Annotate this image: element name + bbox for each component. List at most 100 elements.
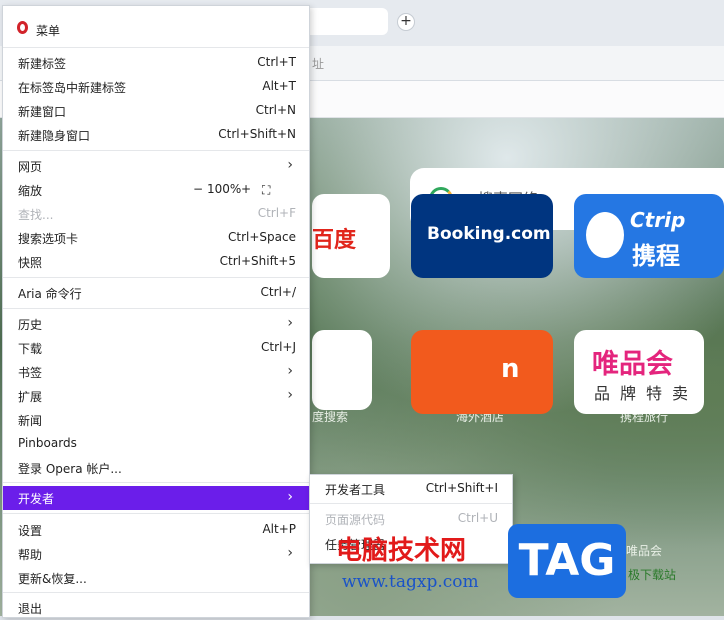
chevron-right-icon: › xyxy=(287,387,293,403)
menu-item-shortcut: Ctrl+N xyxy=(255,103,296,117)
watermark-sub: 极下载站 xyxy=(628,568,677,582)
menu-divider xyxy=(3,47,309,48)
menu-item-label: 新建隐身窗口 xyxy=(18,129,91,143)
menu-item-label: 历史 xyxy=(18,318,43,332)
menu-item-shortcut: Alt+T xyxy=(262,79,296,93)
menu-item-label: 书签 xyxy=(18,366,43,380)
menu-item-label: 网页 xyxy=(18,160,43,174)
menu-divider xyxy=(3,277,309,278)
menu-item-shortcut: Ctrl+/ xyxy=(260,285,296,299)
menu-item-shortcut: Alt+P xyxy=(262,522,296,536)
menu-item-shortcut: Ctrl+T xyxy=(257,55,296,69)
chevron-right-icon: › xyxy=(287,545,293,561)
menu-item-search-tabs[interactable]: 搜索选项卡 Ctrl+Space xyxy=(3,226,309,250)
menu-divider xyxy=(3,308,309,309)
menu-item-new-window[interactable]: 新建窗口 Ctrl+N xyxy=(3,99,309,123)
menu-item-page[interactable]: 网页 › xyxy=(3,154,309,178)
menu-item-label: 快照 xyxy=(18,256,43,270)
menu-item-label: 搜索选项卡 xyxy=(18,232,79,246)
menu-item-new-tab-in-island[interactable]: 在标签岛中新建标签 Alt+T xyxy=(3,75,309,99)
menu-divider xyxy=(3,482,309,483)
menu-item-news[interactable]: 新闻 xyxy=(3,408,309,432)
menu-item-help[interactable]: 帮助 › xyxy=(3,542,309,566)
menu-item-downloads[interactable]: 下载 Ctrl+J xyxy=(3,336,309,360)
menu-item-history[interactable]: 历史 › xyxy=(3,312,309,336)
menu-item-new-tab[interactable]: 新建标签 Ctrl+T xyxy=(3,51,309,75)
menu-item-label: 帮助 xyxy=(18,548,43,562)
tab[interactable] xyxy=(300,8,388,35)
submenu-item-shortcut: Ctrl+U xyxy=(457,511,498,525)
address-placeholder: 址 xyxy=(312,57,325,71)
menu-item-label: 扩展 xyxy=(18,390,43,404)
new-tab-button[interactable]: + xyxy=(397,13,415,31)
ctrip-logo-text: Ctrip xyxy=(630,208,686,232)
menu-item-update-recovery[interactable]: 更新&恢复... xyxy=(3,566,309,590)
menu-item-label: 在标签岛中新建标签 xyxy=(18,81,127,95)
menu-divider xyxy=(3,592,309,593)
menu-item-label: 新闻 xyxy=(18,414,43,428)
vip-logo-text: 唯品会 xyxy=(592,349,673,380)
menu-item-extensions[interactable]: 扩展 › xyxy=(3,384,309,408)
menu-item-label: 缩放 xyxy=(18,184,43,198)
chevron-right-icon: › xyxy=(287,315,293,331)
chevron-right-icon: › xyxy=(287,157,293,173)
menu-item-shortcut: Ctrl+Shift+N xyxy=(218,127,296,141)
menu-header: 菜单 xyxy=(3,6,309,44)
watermark-title: 电脑技术网 xyxy=(336,536,467,566)
watermark-tag-logo: TAG xyxy=(508,524,626,598)
tile-baidu[interactable]: 百度 xyxy=(312,194,390,278)
menu-item-shortcut: Ctrl+Shift+5 xyxy=(219,254,296,268)
menu-item-label: 下载 xyxy=(18,342,43,356)
submenu-item-shortcut: Ctrl+Shift+I xyxy=(425,481,498,495)
booking-logo-text: Booking.com xyxy=(427,224,551,244)
menu-item-bookmarks[interactable]: 书签 › xyxy=(3,360,309,384)
menu-item-label: 更新&恢复... xyxy=(18,572,87,586)
menu-item-shortcut: Ctrl+J xyxy=(261,340,296,354)
baidu-logo-text: 百度 xyxy=(312,228,357,253)
menu-item-new-private-window[interactable]: 新建隐身窗口 Ctrl+Shift+N xyxy=(3,123,309,147)
zoom-in-button[interactable]: + xyxy=(241,182,251,196)
ctrip-dolphin-icon xyxy=(586,212,624,258)
menu-item-developer[interactable]: 开发者 › xyxy=(3,486,309,510)
orange-logo-text: n xyxy=(501,354,520,384)
zoom-level: 100% xyxy=(207,182,242,196)
opera-menu: 菜单 新建标签 Ctrl+T 在标签岛中新建标签 Alt+T 新建窗口 Ctrl… xyxy=(2,5,310,618)
opera-logo-icon xyxy=(17,21,28,34)
menu-item-pinboards[interactable]: Pinboards xyxy=(3,432,309,456)
menu-item-aria[interactable]: Aria 命令行 Ctrl+/ xyxy=(3,281,309,305)
menu-item-label: 新建标签 xyxy=(18,57,67,71)
menu-item-label: 退出 xyxy=(18,602,43,616)
submenu-item-label: 开发者工具 xyxy=(325,483,386,497)
tile-unknown[interactable] xyxy=(312,330,372,410)
tile-booking[interactable]: Booking.com xyxy=(411,194,553,278)
submenu-divider xyxy=(310,503,512,504)
menu-item-label: 开发者 xyxy=(18,492,55,506)
watermark-url: www.tagxp.com xyxy=(342,572,479,592)
menu-item-sign-in[interactable]: 登录 Opera 帐户... xyxy=(3,456,309,480)
zoom-out-button[interactable]: − xyxy=(193,182,203,196)
menu-divider xyxy=(3,513,309,514)
chevron-right-icon: › xyxy=(287,489,293,505)
tile-label-baidu: 度搜索 xyxy=(312,410,349,424)
tile-label-vip: 唯品会 xyxy=(626,544,663,558)
menu-item-label: Pinboards xyxy=(18,436,77,450)
menu-item-label: 新建窗口 xyxy=(18,105,67,119)
menu-item-label: 查找... xyxy=(18,208,54,222)
menu-item-label: Aria 命令行 xyxy=(18,287,82,301)
fullscreen-icon[interactable]: ⛶ xyxy=(262,183,270,198)
menu-item-shortcut: Ctrl+Space xyxy=(228,230,296,244)
tile-orange[interactable]: n xyxy=(411,330,553,414)
menu-item-label: 设置 xyxy=(18,524,43,538)
menu-item-find[interactable]: 查找... Ctrl+F xyxy=(3,202,309,226)
menu-divider xyxy=(3,150,309,151)
menu-item-snapshot[interactable]: 快照 Ctrl+Shift+5 xyxy=(3,250,309,274)
tile-ctrip[interactable]: Ctrip 携程 xyxy=(574,194,724,278)
submenu-item-view-source[interactable]: 页面源代码 Ctrl+U xyxy=(310,507,512,531)
menu-item-zoom: 缩放 − 100% + ⛶ xyxy=(3,178,309,202)
tile-vip[interactable]: 唯品会 品牌特卖 xyxy=(574,330,704,414)
menu-title: 菜单 xyxy=(36,24,61,38)
menu-item-exit[interactable]: 退出 xyxy=(3,596,309,620)
menu-item-settings[interactable]: 设置 Alt+P xyxy=(3,518,309,542)
submenu-item-devtools[interactable]: 开发者工具 Ctrl+Shift+I xyxy=(310,477,512,501)
ctrip-logo-cn: 携程 xyxy=(632,242,680,270)
